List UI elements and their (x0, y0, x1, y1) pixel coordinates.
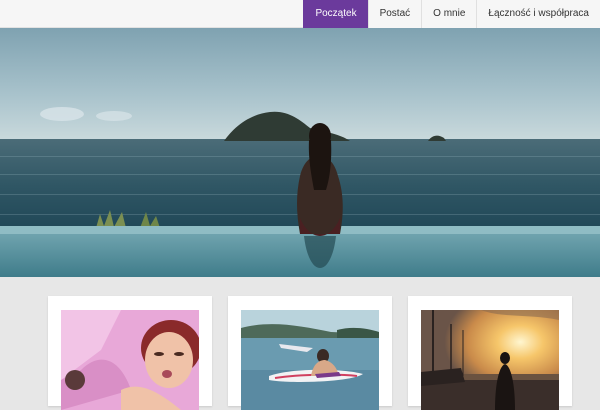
gallery-card[interactable] (48, 296, 212, 410)
gallery-card[interactable] (408, 296, 572, 410)
top-navigation-bar: Początek Postać O mnie Łączność i współp… (0, 0, 600, 28)
cloud (96, 111, 132, 121)
hero-photo-illustration (0, 28, 600, 277)
gallery-thumbnail-harbor-sunset[interactable] (421, 310, 559, 410)
gallery-card[interactable] (228, 296, 392, 410)
nav-item-home[interactable]: Początek (303, 0, 368, 28)
cloud (40, 107, 84, 121)
thumbnail-illustration (241, 310, 379, 410)
thumbnail-illustration (421, 310, 559, 410)
hero-image (0, 28, 600, 277)
gallery-section (0, 277, 600, 410)
nav-item-about[interactable]: O mnie (421, 0, 477, 28)
nav-item-contact[interactable]: Łączność i współpraca (476, 0, 600, 28)
main-menu: Początek Postać O mnie Łączność i współp… (303, 0, 600, 28)
gallery-thumbnail-woman-pink[interactable] (61, 310, 199, 410)
pool-water (0, 234, 600, 277)
gallery-thumbnail-paddleboard[interactable] (241, 310, 379, 410)
nav-item-character[interactable]: Postać (367, 0, 422, 28)
thumbnail-illustration (61, 310, 199, 410)
